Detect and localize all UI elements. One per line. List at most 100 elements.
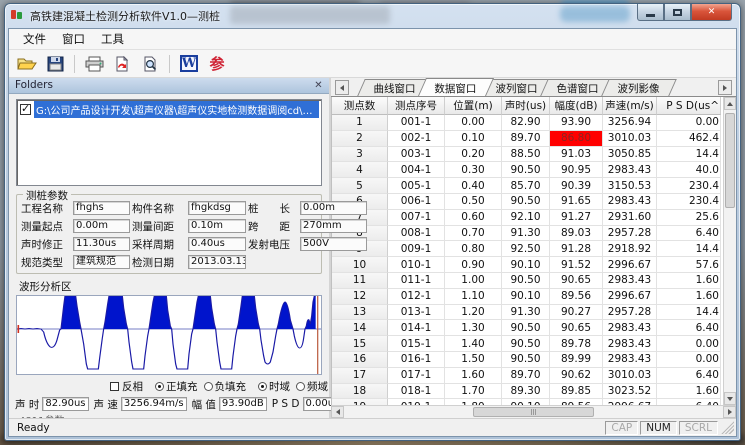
table-cell[interactable]: 0.10	[445, 131, 502, 147]
param-value[interactable]: 11.30us	[73, 237, 130, 251]
column-header[interactable]: 测点序号	[388, 97, 445, 115]
word-report-button[interactable]: W	[177, 53, 201, 75]
vertical-scrollbar[interactable]	[723, 97, 736, 405]
table-cell[interactable]: 2983.43	[603, 336, 657, 352]
table-cell[interactable]: 91.65	[550, 194, 603, 210]
table-cell[interactable]: 2996.67	[603, 289, 657, 305]
sound-speed-value[interactable]: 3256.94m/s	[121, 397, 187, 411]
param-value[interactable]: fhghs	[73, 201, 130, 215]
table-cell[interactable]: 91.30	[502, 226, 550, 242]
table-row[interactable]: 11011-11.0090.5090.652983.431.60	[332, 273, 723, 289]
table-cell[interactable]: 2931.60	[603, 210, 657, 226]
table-row[interactable]: 5005-10.4085.7090.393150.53230.4	[332, 178, 723, 194]
amplitude-value[interactable]: 93.90dB	[219, 397, 267, 411]
table-cell[interactable]: 90.50	[502, 336, 550, 352]
table-cell[interactable]: 009-1	[388, 241, 445, 257]
table-cell[interactable]: 90.65	[550, 273, 603, 289]
table-cell[interactable]: 92.50	[502, 241, 550, 257]
table-cell[interactable]: 2957.28	[603, 226, 657, 242]
table-cell[interactable]: 2983.43	[603, 352, 657, 368]
table-cell[interactable]: 91.27	[550, 210, 603, 226]
table-cell[interactable]: 90.50	[502, 162, 550, 178]
negative-fill-radio[interactable]: 负填充	[204, 379, 247, 394]
table-cell[interactable]: 1.60	[445, 368, 502, 384]
table-cell[interactable]: 10	[332, 257, 388, 273]
waveform-plot[interactable]	[16, 295, 322, 375]
folder-list[interactable]: G:\公司产品设计开发\超声仪器\超声仪实地检测数据调阅cd\cd03\cd03…	[16, 99, 322, 186]
table-cell[interactable]: 57.6	[657, 257, 721, 273]
table-cell[interactable]: 1.30	[445, 320, 502, 336]
table-cell[interactable]: 0.70	[445, 226, 502, 242]
table-cell[interactable]: 0.00	[657, 352, 721, 368]
table-cell[interactable]: 89.56	[550, 289, 603, 305]
table-cell[interactable]: 90.62	[550, 368, 603, 384]
table-row[interactable]: 15015-11.4090.5089.782983.430.00	[332, 336, 723, 352]
scroll-right-icon[interactable]	[723, 406, 736, 418]
table-cell[interactable]: 012-1	[388, 289, 445, 305]
panel-close-icon[interactable]: ✕	[312, 79, 325, 92]
table-cell[interactable]: 90.65	[550, 320, 603, 336]
folder-checkbox[interactable]	[20, 104, 31, 115]
table-cell[interactable]: 14.4	[657, 241, 721, 257]
table-row[interactable]: 6006-10.5090.5091.652983.43230.4	[332, 194, 723, 210]
table-cell[interactable]: 0.00	[445, 115, 502, 131]
table-cell[interactable]: 0.50	[445, 194, 502, 210]
table-cell[interactable]: 90.39	[550, 178, 603, 194]
table-cell[interactable]: 007-1	[388, 210, 445, 226]
table-cell[interactable]: 462.4	[657, 131, 721, 147]
time-domain-radio[interactable]: 时域	[258, 379, 290, 394]
close-button[interactable]: ✕	[691, 4, 732, 21]
open-button[interactable]	[15, 53, 39, 75]
table-cell[interactable]: 1.60	[657, 273, 721, 289]
table-cell[interactable]: 90.10	[502, 257, 550, 273]
table-cell[interactable]: 90.10	[502, 289, 550, 305]
table-cell[interactable]: 89.03	[550, 226, 603, 242]
horizontal-scroll-track[interactable]	[344, 406, 723, 418]
table-cell[interactable]: 1.60	[657, 289, 721, 305]
table-cell[interactable]: 0.60	[445, 210, 502, 226]
table-cell[interactable]: 2996.67	[603, 257, 657, 273]
table-cell[interactable]: 90.50	[502, 273, 550, 289]
table-cell[interactable]: 12	[332, 289, 388, 305]
table-cell[interactable]: 016-1	[388, 352, 445, 368]
table-cell[interactable]: 003-1	[388, 147, 445, 163]
table-cell[interactable]: 91.28	[550, 241, 603, 257]
table-cell[interactable]: 1.20	[445, 305, 502, 321]
table-cell[interactable]: 14.4	[657, 147, 721, 163]
param-value[interactable]: 0.00m	[73, 219, 130, 233]
table-cell[interactable]: 86.80	[550, 131, 603, 147]
table-cell[interactable]: 14	[332, 320, 388, 336]
table-cell[interactable]: 3010.03	[603, 131, 657, 147]
table-row[interactable]: 10010-10.9090.1091.522996.6757.6	[332, 257, 723, 273]
param-value[interactable]: 0.40us	[188, 237, 246, 251]
table-cell[interactable]: 006-1	[388, 194, 445, 210]
column-header[interactable]: 幅度(dB)	[550, 97, 603, 115]
table-cell[interactable]: 3150.53	[603, 178, 657, 194]
table-cell[interactable]: 1.50	[445, 352, 502, 368]
table-cell[interactable]: 18	[332, 384, 388, 400]
table-cell[interactable]: 90.27	[550, 305, 603, 321]
table-row[interactable]: 14014-11.3090.5090.652983.436.40	[332, 320, 723, 336]
param-value[interactable]: fhgkdsg	[188, 201, 246, 215]
print-preview-button[interactable]	[138, 53, 162, 75]
table-cell[interactable]: 2957.28	[603, 305, 657, 321]
save-button[interactable]	[43, 53, 67, 75]
table-cell[interactable]: 1.00	[445, 273, 502, 289]
table-row[interactable]: 17017-11.6089.7090.623010.036.40	[332, 368, 723, 384]
scroll-down-icon[interactable]	[724, 392, 736, 405]
horizontal-scroll-thumb[interactable]	[473, 407, 594, 417]
param-value[interactable]: 建筑规范	[73, 255, 130, 269]
table-cell[interactable]: 002-1	[388, 131, 445, 147]
table-cell[interactable]: 013-1	[388, 305, 445, 321]
table-row[interactable]: 3003-10.2088.5091.033050.8514.4	[332, 147, 723, 163]
column-header[interactable]: 声时(us)	[502, 97, 550, 115]
menu-file[interactable]: 文件	[15, 29, 54, 49]
table-cell[interactable]: 2983.43	[603, 320, 657, 336]
column-header[interactable]: 测点数	[332, 97, 388, 115]
table-row[interactable]: 13013-11.2091.3090.272957.2814.4	[332, 305, 723, 321]
table-cell[interactable]: 6.40	[657, 226, 721, 242]
menu-window[interactable]: 窗口	[54, 29, 93, 49]
table-cell[interactable]: 82.90	[502, 115, 550, 131]
table-cell[interactable]: 91.03	[550, 147, 603, 163]
table-cell[interactable]: 011-1	[388, 273, 445, 289]
